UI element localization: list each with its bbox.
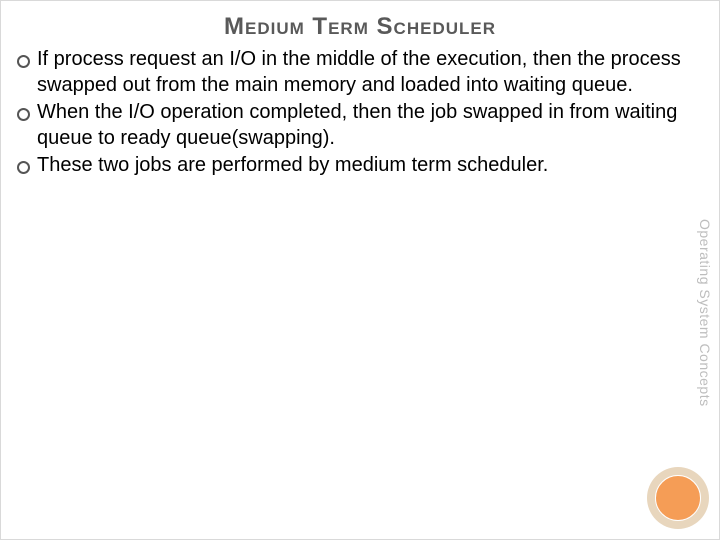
content-area: If process request an I/O in the middle … [1, 47, 719, 179]
list-item: These two jobs are performed by medium t… [11, 153, 705, 179]
bullet-list: If process request an I/O in the middle … [11, 47, 705, 179]
circle-inner [655, 475, 701, 521]
side-label: Operating System Concepts [697, 219, 713, 407]
slide-title: Medium Term Scheduler [1, 1, 719, 47]
corner-decoration [647, 467, 709, 529]
slide: Medium Term Scheduler If process request… [0, 0, 720, 540]
list-item: If process request an I/O in the middle … [11, 47, 705, 98]
list-item: When the I/O operation completed, then t… [11, 100, 705, 151]
